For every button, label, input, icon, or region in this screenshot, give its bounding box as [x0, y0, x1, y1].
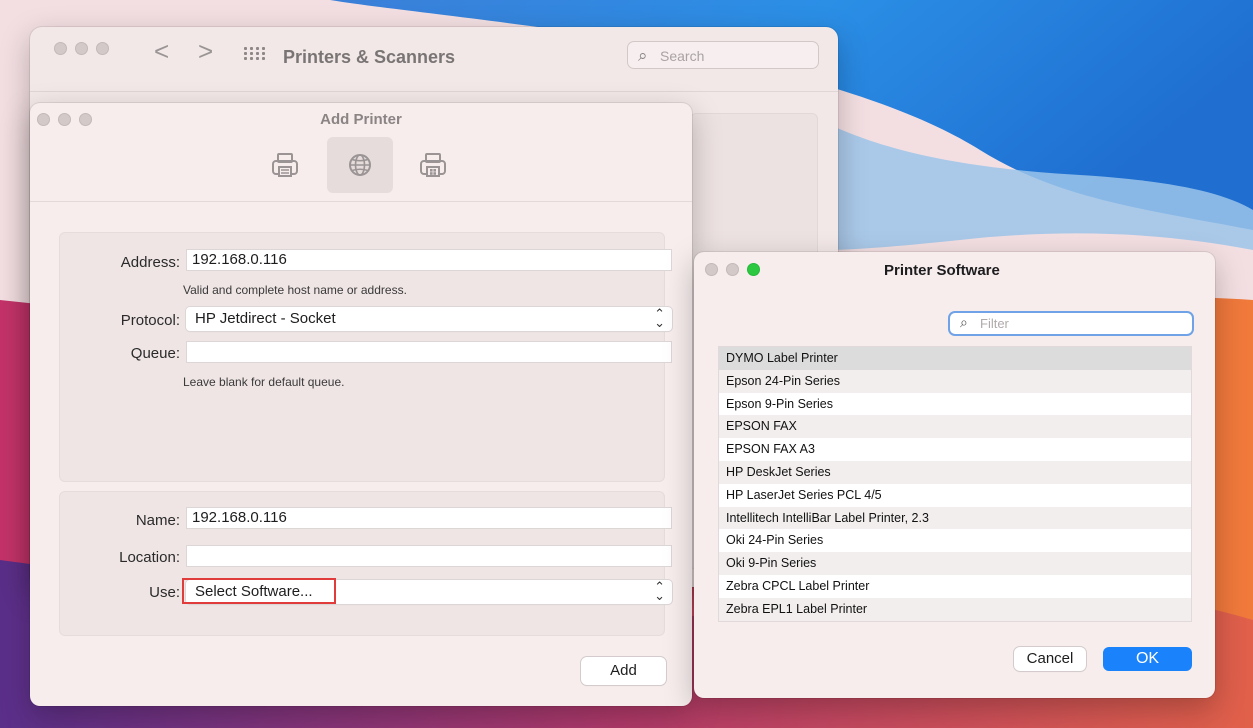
protocol-label: Protocol: — [120, 312, 180, 329]
location-field[interactable] — [186, 545, 672, 567]
ip-printer-tab[interactable] — [327, 137, 393, 193]
toolbar-divider — [30, 201, 692, 202]
address-field[interactable]: 192.168.0.116 — [186, 249, 672, 271]
location-label: Location: — [119, 549, 180, 566]
use-software-select[interactable]: Select Software... ⌃ ⌄ — [182, 578, 672, 604]
minimize-window-button[interactable] — [726, 263, 739, 276]
list-item[interactable]: DYMO Label Printer — [719, 347, 1191, 370]
divider — [30, 91, 838, 92]
address-label: Address: — [120, 254, 180, 271]
list-item[interactable]: Epson 24-Pin Series — [719, 369, 1191, 393]
name-field[interactable]: 192.168.0.116 — [186, 507, 672, 529]
name-label: Name: — [135, 512, 180, 529]
use-value: Select Software... — [195, 583, 313, 600]
queue-field[interactable] — [186, 341, 672, 363]
protocol-select[interactable]: HP Jetdirect - Socket ⌃ ⌄ — [186, 307, 672, 331]
window-controls — [54, 42, 109, 55]
search-icon: ⌕ — [638, 46, 648, 65]
forward-button[interactable]: > — [198, 36, 213, 67]
search-input[interactable]: ⌕ Search — [627, 41, 819, 69]
list-item[interactable]: Oki 24-Pin Series — [719, 529, 1191, 552]
list-item[interactable]: HP LaserJet Series PCL 4/5 — [719, 484, 1191, 507]
list-item[interactable]: EPSON FAX A3 — [719, 438, 1191, 461]
close-window-button[interactable] — [705, 263, 718, 276]
search-placeholder: Search — [660, 48, 705, 64]
window-title: Printers & Scanners — [283, 47, 456, 67]
add-button[interactable]: Add — [581, 657, 666, 685]
address-hint: Valid and complete host name or address. — [183, 283, 407, 297]
zoom-window-button[interactable] — [96, 42, 109, 55]
zoom-window-button[interactable] — [747, 263, 760, 276]
queue-hint: Leave blank for default queue. — [183, 375, 345, 389]
close-window-button[interactable] — [54, 42, 67, 55]
list-item[interactable]: Zebra EPL1 Label Printer — [719, 597, 1191, 621]
minimize-window-button[interactable] — [75, 42, 88, 55]
add-printer-window: Add Printer Address: 192.168.0.116 Valid… — [30, 103, 692, 706]
list-item[interactable]: Epson 9-Pin Series — [719, 393, 1191, 416]
queue-label: Queue: — [130, 345, 180, 362]
window-controls — [705, 263, 760, 276]
list-item[interactable]: Intellitech IntelliBar Label Printer, 2.… — [719, 506, 1191, 530]
dialog-title: Printer Software — [884, 262, 1000, 279]
stepper-chevron-icon: ⌃ ⌄ — [654, 579, 665, 603]
filter-placeholder: Filter — [980, 316, 1009, 331]
list-item[interactable]: EPSON FAX — [719, 415, 1191, 439]
software-list[interactable]: DYMO Label Printer Epson 24-Pin Series Eps… — [718, 346, 1192, 622]
window-title: Add Printer — [320, 111, 402, 128]
search-icon: ⌕ — [960, 314, 968, 330]
windows-printer-icon — [420, 153, 446, 177]
back-button[interactable]: < — [154, 36, 169, 67]
printer-info-group: Name: 192.168.0.116 Location: Use: Selec… — [59, 491, 672, 636]
cancel-button[interactable]: Cancel — [1014, 647, 1086, 671]
printer-software-dialog: Printer Software ⌕ Filter DYMO Label Pri… — [694, 252, 1215, 698]
list-item[interactable]: Zebra CPCL Label Printer — [719, 575, 1191, 598]
protocol-value: HP Jetdirect - Socket — [195, 310, 336, 327]
windows-printer-tab[interactable] — [400, 137, 466, 193]
show-all-grid-icon[interactable] — [244, 47, 265, 61]
filter-input[interactable]: ⌕ Filter — [950, 313, 1192, 334]
stepper-chevron-icon: ⌃ ⌄ — [654, 306, 665, 330]
globe-icon — [349, 154, 371, 176]
ok-button[interactable]: OK — [1103, 647, 1192, 671]
printer-icon — [272, 153, 298, 177]
list-item[interactable]: HP DeskJet Series — [719, 460, 1191, 484]
connection-settings-group: Address: 192.168.0.116 Valid and complet… — [59, 232, 672, 482]
default-printer-tab[interactable] — [252, 137, 318, 193]
use-label: Use: — [149, 584, 180, 601]
list-item[interactable]: Oki 9-Pin Series — [719, 552, 1191, 575]
